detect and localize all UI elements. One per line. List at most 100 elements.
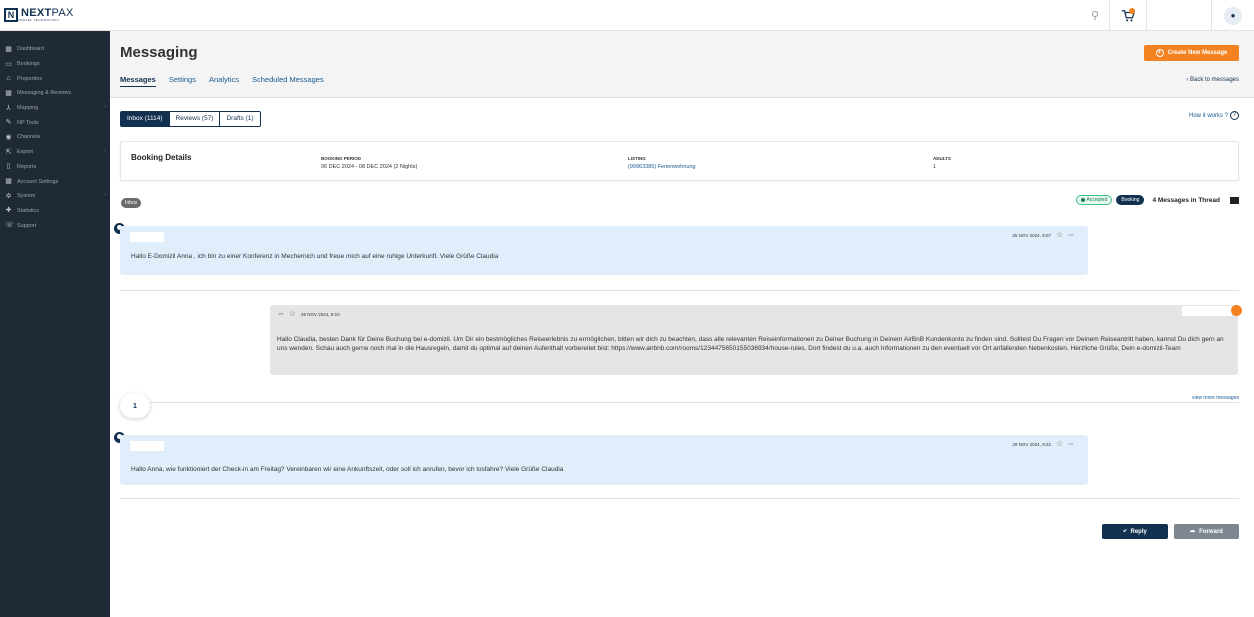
sidebar-item-mapping[interactable]: ⅄ Mapping › bbox=[0, 101, 110, 116]
sidebar-icon: ▦ bbox=[5, 45, 12, 53]
sidebar-item-label: Reports bbox=[17, 163, 37, 170]
sidebar-item-properties[interactable]: ⌂ Properties bbox=[0, 71, 110, 86]
sidebar-icon: ☏ bbox=[5, 222, 14, 230]
message-date: 28 NOV 2024, 8:10 bbox=[301, 311, 340, 317]
nextpax-logo[interactable]: N NEXTPAX TRAVEL TECHNOLOGY bbox=[4, 8, 74, 22]
chevron-icon: › bbox=[104, 147, 106, 154]
sidebar-item-statistics[interactable]: ✚ Statistics bbox=[0, 204, 110, 219]
tab-analytics[interactable]: Analytics bbox=[209, 75, 239, 87]
folder-tab-inbox[interactable]: Inbox (1114) bbox=[121, 112, 170, 126]
thread-page-number[interactable]: 1 bbox=[120, 394, 150, 418]
sidebar-item-label: Account Settings bbox=[17, 178, 59, 185]
sidebar-icon: ▭ bbox=[5, 60, 12, 68]
thread-folder-badge: Inbox bbox=[121, 198, 142, 208]
sidebar-item-export[interactable]: ⇱ Export › bbox=[0, 145, 110, 160]
sidebar-icon: ⅄ bbox=[6, 104, 11, 112]
sidebar-item-reports[interactable]: ▯ Reports bbox=[0, 160, 110, 175]
sender-name bbox=[130, 441, 164, 451]
thread-count: 4 Messages in Thread bbox=[1152, 196, 1220, 204]
create-new-message-button[interactable]: + Create New Message bbox=[1144, 45, 1239, 61]
star-icon[interactable]: ☆ bbox=[1056, 440, 1063, 448]
message-date: 29 NOV 2024, 9:22 bbox=[1012, 441, 1051, 447]
sidebar-icon: ✲ bbox=[5, 192, 12, 200]
reply-button[interactable]: ⤶ Reply bbox=[1102, 524, 1168, 539]
folder-tab-drafts[interactable]: Drafts (1) bbox=[220, 112, 259, 126]
forward-arrow-icon[interactable]: ➦ bbox=[1068, 441, 1074, 448]
tab-scheduled-messages[interactable]: Scheduled Messages bbox=[252, 75, 324, 87]
star-icon[interactable]: ☆ bbox=[289, 310, 296, 318]
tab-messages[interactable]: Messages bbox=[120, 75, 156, 87]
booking-details-card: Booking Details BOOKING PERIOD 06 DEC 20… bbox=[120, 141, 1239, 181]
main-content: Messaging + Create New Message Messages … bbox=[110, 31, 1254, 617]
sidebar-icon: ✚ bbox=[5, 207, 12, 215]
booking-details-title: Booking Details bbox=[131, 153, 192, 162]
message-divider bbox=[120, 290, 1239, 291]
cart-icon[interactable] bbox=[1110, 0, 1146, 31]
message-divider bbox=[120, 498, 1239, 499]
help-icon: ? bbox=[1230, 111, 1239, 120]
chevron-icon: › bbox=[104, 191, 106, 198]
sidebar-item-channels[interactable]: ◉ Channels bbox=[0, 130, 110, 145]
sidebar: ▦ Dashboard ▭ Bookings ⌂ Properties ▦ Messaging… bbox=[0, 31, 110, 617]
sidebar-item-label: Mapping bbox=[17, 105, 39, 112]
sidebar-item-account-settings[interactable]: ▦ Account Settings bbox=[0, 174, 110, 189]
page-title: Messaging bbox=[120, 44, 198, 61]
chevron-icon: › bbox=[104, 103, 106, 110]
forward-button[interactable]: ➦ Forward bbox=[1174, 524, 1239, 539]
page-header: Messaging + Create New Message Messages … bbox=[110, 31, 1254, 98]
booking-listing: LISTING (99963385) Ferienwohnung bbox=[628, 156, 696, 170]
sidebar-icon: ▦ bbox=[5, 178, 12, 186]
message-outgoing: ➦ ☆ 28 NOV 2024, 8:10 Hallo Claudia, bes… bbox=[270, 305, 1238, 375]
mail-icon[interactable] bbox=[1230, 196, 1239, 204]
user-icon[interactable]: ● bbox=[1224, 6, 1242, 25]
folder-tabs: Inbox (1114) Reviews (57) Drafts (1) bbox=[120, 111, 261, 127]
booking-period: BOOKING PERIOD 06 DEC 2024 - 08 DEC 2024… bbox=[321, 156, 418, 170]
sidebar-item-support[interactable]: ☏ Support bbox=[0, 218, 110, 233]
sidebar-item-label: Dashboard bbox=[17, 46, 44, 53]
tab-settings[interactable]: Settings bbox=[169, 75, 196, 87]
folder-tab-reviews[interactable]: Reviews (57) bbox=[170, 112, 221, 126]
forward-icon: ➦ bbox=[1190, 529, 1196, 535]
message-text: Hallo Anna, wie funktioniert der Check-i… bbox=[131, 466, 564, 473]
message-incoming: 25 NOV 2024, 8:07 ☆ ➦ Hallo E-Domizil An… bbox=[120, 226, 1088, 275]
sidebar-item-dashboard[interactable]: ▦ Dashboard bbox=[0, 42, 110, 57]
sidebar-item-label: NP Tools bbox=[17, 119, 39, 126]
sidebar-item-label: System bbox=[17, 193, 36, 200]
star-icon[interactable]: ☆ bbox=[1056, 231, 1063, 239]
plus-icon: + bbox=[1155, 49, 1164, 57]
message-incoming: 29 NOV 2024, 9:22 ☆ ➦ Hallo Anna, wie fu… bbox=[120, 435, 1088, 485]
message-date: 25 NOV 2024, 8:07 bbox=[1012, 232, 1051, 238]
sidebar-item-np-tools[interactable]: ✎ NP Tools bbox=[0, 115, 110, 130]
top-bar-slot bbox=[1146, 0, 1212, 31]
sidebar-item-label: Statistics bbox=[17, 207, 40, 214]
sidebar-item-label: Bookings bbox=[17, 61, 40, 68]
message-text: Hallo E-Domizil Anna , ich bin zu einer … bbox=[131, 253, 499, 260]
message-text: Hallo Claudia, besten Dank für Deine Buc… bbox=[277, 336, 1224, 352]
forward-arrow-icon[interactable]: ➦ bbox=[278, 311, 284, 318]
sidebar-icon: ▦ bbox=[5, 89, 12, 97]
pagination-divider bbox=[150, 402, 1239, 403]
messaging-nav: Messages Settings Analytics Scheduled Me… bbox=[120, 75, 324, 87]
logo-mark: N bbox=[4, 8, 18, 22]
view-more-messages-link[interactable]: view more messages bbox=[1192, 395, 1239, 401]
sidebar-icon: ✎ bbox=[5, 119, 12, 127]
sidebar-icon: ◉ bbox=[5, 133, 12, 141]
sidebar-item-system[interactable]: ✲ System › bbox=[0, 189, 110, 204]
sidebar-item-bookings[interactable]: ▭ Bookings bbox=[0, 57, 110, 72]
sidebar-icon: ⇱ bbox=[5, 148, 12, 156]
back-to-messages-link[interactable]: ‹ Back to messages bbox=[1186, 77, 1239, 83]
sidebar-item-label: Channels bbox=[17, 134, 41, 141]
status-badge: Accepted bbox=[1075, 195, 1113, 205]
how-it-works-link[interactable]: How it works ? ? bbox=[1189, 111, 1239, 120]
cart-badge bbox=[1129, 8, 1135, 14]
sidebar-icon: ⌂ bbox=[6, 75, 11, 83]
sidebar-item-messaging-reviews[interactable]: ▦ Messaging & Reviews bbox=[0, 86, 110, 101]
booking-adults: ADULTS 1 bbox=[933, 156, 951, 170]
sender-name bbox=[1182, 306, 1232, 316]
listing-id-link[interactable]: (99963385) bbox=[628, 164, 656, 170]
booking-type-badge: Booking bbox=[1116, 195, 1145, 205]
forward-arrow-icon[interactable]: ➦ bbox=[1068, 232, 1074, 239]
reply-icon: ⤶ bbox=[1123, 528, 1127, 534]
search-icon[interactable]: ⚲ bbox=[1081, 9, 1109, 22]
sidebar-item-label: Messaging & Reviews bbox=[17, 90, 72, 97]
